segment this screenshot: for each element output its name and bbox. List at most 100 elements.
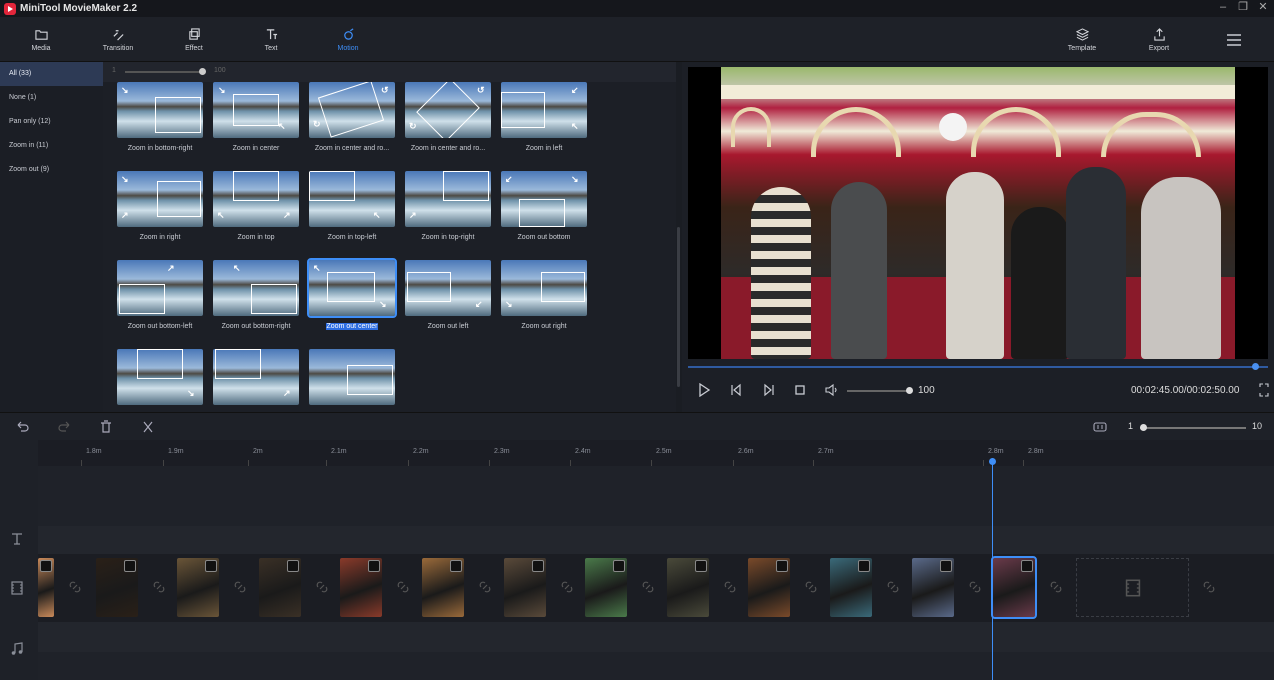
- hamburger-menu-icon[interactable]: [1222, 28, 1246, 52]
- motion-thumbnail[interactable]: ↘ ↗: [117, 171, 203, 227]
- video-clip[interactable]: [38, 558, 54, 617]
- toolbar-text-button[interactable]: Text: [241, 17, 301, 62]
- video-clip[interactable]: [911, 558, 954, 617]
- seek-thumb[interactable]: [1252, 363, 1260, 370]
- motion-thumbnail[interactable]: ↖: [213, 260, 299, 316]
- motion-badge-icon[interactable]: [694, 560, 707, 572]
- motion-item[interactable]: [309, 349, 395, 405]
- template-button[interactable]: Template: [1052, 17, 1112, 62]
- motion-thumbnail[interactable]: ↻ ↺: [309, 82, 395, 138]
- text-track[interactable]: [38, 526, 1274, 554]
- motion-item[interactable]: ↖ ↘ Zoom out center: [307, 258, 397, 330]
- motion-thumbnail[interactable]: ↘: [117, 82, 203, 138]
- motion-thumbnail[interactable]: ↗: [117, 260, 203, 316]
- motion-item[interactable]: ↖ ↗ Zoom in top: [213, 171, 299, 241]
- video-clip[interactable]: [177, 558, 220, 617]
- motion-thumbnail[interactable]: ↙: [405, 260, 491, 316]
- motion-badge-icon[interactable]: [1021, 560, 1034, 572]
- motion-item[interactable]: ↗ Zoom in top-right: [405, 171, 491, 241]
- motion-badge-icon[interactable]: [858, 560, 870, 572]
- category-none[interactable]: None (1): [0, 86, 103, 110]
- motion-badge-icon[interactable]: [368, 560, 381, 572]
- video-track[interactable]: [38, 554, 1274, 622]
- transition-slot-icon[interactable]: [641, 580, 655, 594]
- motion-badge-icon[interactable]: [939, 560, 952, 572]
- motion-badge-icon[interactable]: [286, 560, 299, 572]
- next-frame-icon[interactable]: [762, 383, 776, 397]
- video-clip[interactable]: [991, 556, 1038, 619]
- transition-slot-icon[interactable]: [1202, 580, 1216, 594]
- transition-slot-icon[interactable]: [233, 580, 247, 594]
- split-icon[interactable]: [141, 420, 155, 434]
- motion-thumbnail[interactable]: ↘: [117, 349, 203, 405]
- motion-thumbnail[interactable]: ↖ ↘: [307, 258, 397, 318]
- motion-thumbnail[interactable]: ↘ ↖: [213, 82, 299, 138]
- motion-thumbnail[interactable]: ↖: [309, 171, 395, 227]
- video-clip[interactable]: [258, 558, 301, 617]
- music-track[interactable]: [38, 622, 1274, 652]
- motion-badge-icon[interactable]: [40, 560, 52, 572]
- delete-icon[interactable]: [99, 420, 113, 434]
- motion-badge-icon[interactable]: [613, 560, 626, 572]
- motion-thumbnail[interactable]: ↖ ↗: [213, 171, 299, 227]
- grid-scrollbar-thumb[interactable]: [677, 227, 680, 387]
- volume-slider-thumb[interactable]: [906, 387, 913, 394]
- transition-slot-icon[interactable]: [68, 580, 82, 594]
- motion-thumbnail[interactable]: ↗: [213, 349, 299, 405]
- transition-slot-icon[interactable]: [1049, 580, 1063, 594]
- transition-slot-icon[interactable]: [886, 580, 900, 594]
- video-clip[interactable]: [666, 558, 709, 617]
- stop-icon[interactable]: [793, 383, 807, 397]
- motion-thumbnail[interactable]: ↘: [501, 260, 587, 316]
- video-clip[interactable]: [340, 558, 383, 617]
- motion-item[interactable]: ↗: [213, 349, 299, 405]
- volume-icon[interactable]: [824, 383, 838, 397]
- playhead-handle[interactable]: [989, 458, 996, 465]
- motion-thumbnail[interactable]: ↗: [405, 171, 491, 227]
- toolbar-media-button[interactable]: Media: [11, 17, 71, 62]
- transition-slot-icon[interactable]: [968, 580, 982, 594]
- redo-icon[interactable]: [57, 420, 71, 434]
- minimize-icon[interactable]: –: [1214, 0, 1232, 17]
- play-icon[interactable]: [697, 383, 711, 397]
- motion-item[interactable]: ↘ ↖ Zoom in center: [213, 82, 299, 152]
- transition-slot-icon[interactable]: [478, 580, 492, 594]
- motion-item[interactable]: ↻ ↺ Zoom in center and ro...: [405, 82, 491, 152]
- motion-badge-icon[interactable]: [205, 560, 218, 572]
- motion-item[interactable]: ↙ Zoom out left: [405, 260, 491, 330]
- timeline-ruler[interactable]: 1.8m 1.9m 2m 2.1m 2.2m 2.3m 2.4m 2.5m 2.6m 2.7m 2.…: [38, 440, 1274, 466]
- motion-thumbnail[interactable]: ↙ ↘: [501, 171, 587, 227]
- motion-badge-icon[interactable]: [531, 560, 544, 572]
- motion-thumbnail[interactable]: ↻ ↺: [405, 82, 491, 138]
- motion-item[interactable]: ↘ Zoom in bottom-right: [117, 82, 203, 152]
- transition-slot-icon[interactable]: [804, 580, 818, 594]
- video-clip[interactable]: [830, 558, 872, 617]
- maximize-icon[interactable]: ❐: [1234, 0, 1252, 17]
- video-preview[interactable]: [688, 67, 1268, 359]
- motion-item[interactable]: ↖ Zoom in top-left: [309, 171, 395, 241]
- toolbar-transition-button[interactable]: Transition: [88, 17, 148, 62]
- transition-slot-icon[interactable]: [315, 580, 329, 594]
- motion-item[interactable]: ↗ Zoom out bottom-left: [117, 260, 203, 330]
- transition-slot-icon[interactable]: [396, 580, 410, 594]
- motion-item[interactable]: ↙ ↖ Zoom in left: [501, 82, 587, 152]
- motion-item[interactable]: ↘ ↗ Zoom in right: [117, 171, 203, 241]
- seek-bar[interactable]: [688, 363, 1268, 370]
- timeline-zoom-thumb[interactable]: [1140, 424, 1147, 431]
- video-clip[interactable]: [95, 558, 138, 617]
- motion-item[interactable]: ↙ ↘ Zoom out bottom: [501, 171, 587, 241]
- close-icon[interactable]: ✕: [1254, 0, 1272, 17]
- motion-item[interactable]: ↖ Zoom out bottom-right: [213, 260, 299, 330]
- motion-thumbnail[interactable]: ↙ ↖: [501, 82, 587, 138]
- size-slider[interactable]: [125, 68, 206, 75]
- video-clip[interactable]: [585, 558, 628, 617]
- motion-item[interactable]: ↻ ↺ Zoom in center and ro...: [309, 82, 395, 152]
- category-pan-only[interactable]: Pan only (12): [0, 110, 103, 134]
- video-clip[interactable]: [748, 558, 791, 617]
- transition-slot-icon[interactable]: [560, 580, 574, 594]
- motion-badge-icon[interactable]: [123, 560, 136, 572]
- category-all[interactable]: All (33): [0, 62, 103, 86]
- timeline-zoom-slider[interactable]: [1140, 424, 1246, 431]
- playhead[interactable]: [992, 458, 993, 680]
- transition-slot-icon[interactable]: [723, 580, 737, 594]
